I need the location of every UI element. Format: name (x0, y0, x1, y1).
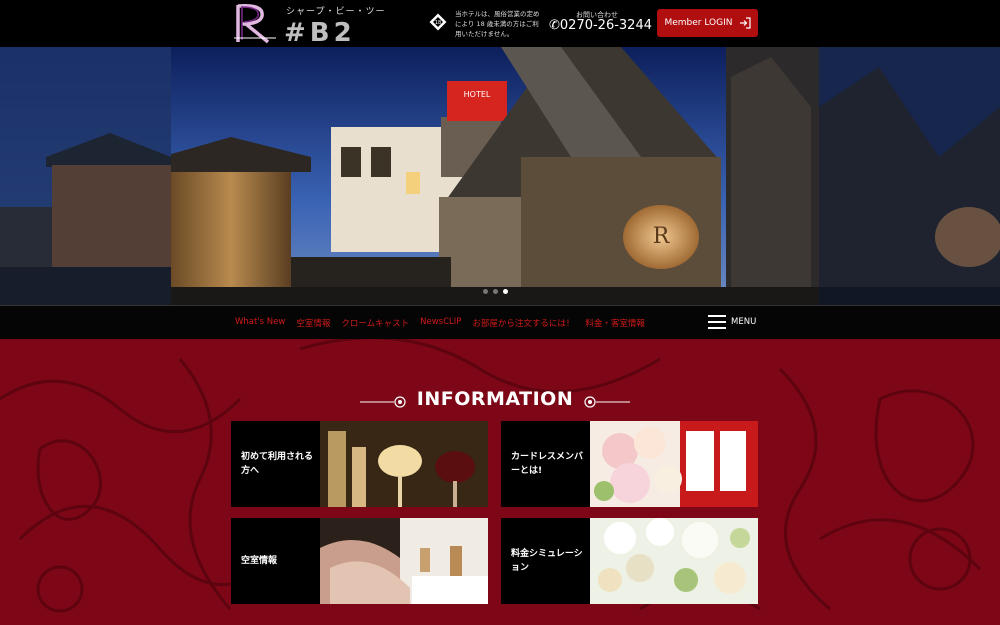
card-image-room (320, 518, 488, 604)
nav-link-room-order[interactable]: お部屋から注文するには！ (472, 317, 574, 329)
card-image-gift-flowers (590, 421, 758, 507)
logo-monogram-icon (234, 3, 276, 44)
menu-label: MENU (731, 317, 757, 327)
hamburger-icon (708, 315, 726, 329)
card-image-drinks (320, 421, 488, 507)
info-card-first-time[interactable]: 初めて利用される方へ (231, 421, 488, 507)
info-card-cardless-member[interactable]: カードレスメンバーとは! (501, 421, 758, 507)
logo-text: #B2 (284, 18, 356, 48)
card-label: カードレスメンバーとは! (511, 452, 584, 476)
hero-prev-slide (0, 47, 171, 305)
info-card-price-simulation[interactable]: 料金シミュレーション (501, 518, 758, 604)
login-icon (739, 17, 751, 29)
slider-dot-active[interactable] (503, 289, 508, 294)
member-login-button[interactable]: Member LOGIN (657, 9, 758, 37)
hotel-sign-text: HOTEL (464, 90, 491, 99)
site-logo[interactable]: シャープ・ビー・ツー #B2 (232, 2, 386, 48)
age-notice: 当ホテルは、風俗営業の定めにより 18 歳未満の方はご利用いただけません。 (455, 10, 540, 38)
info-card-vacancy[interactable]: 空室情報 (231, 518, 488, 604)
nav-link-vacancy[interactable]: 空室情報 (296, 317, 330, 329)
nav-link-chromecast[interactable]: クロームキャスト (341, 317, 409, 329)
card-label: 料金シミュレーション (511, 549, 583, 573)
damask-pattern (0, 339, 982, 613)
hero-next-slide (819, 47, 1000, 305)
slider-dots (483, 289, 508, 294)
svg-text:18: 18 (435, 20, 441, 26)
slider-dot[interactable] (493, 289, 498, 294)
card-image-bouquet (590, 518, 758, 604)
member-login-label: Member LOGIN (664, 18, 733, 28)
slider-dot[interactable] (483, 289, 488, 294)
section-header: INFORMATION (360, 388, 630, 414)
main-nav: What's New 空室情報 クロームキャスト NewsCLIP お部屋から注… (0, 305, 1000, 339)
hero-slider[interactable]: HOTEL R (0, 47, 1000, 305)
logo-kana: シャープ・ビー・ツー (286, 7, 386, 17)
site-header: シャープ・ビー・ツー #B2 18 当ホテルは、風俗営業の定めにより 18 歳未… (0, 0, 1000, 48)
age-restriction-icon: 18 (429, 13, 447, 31)
hero-image: HOTEL R (171, 47, 819, 305)
phone-number: 0270-26-3244 (559, 18, 652, 33)
contact-phone[interactable]: ✆0270-26-3244 (549, 18, 652, 33)
phone-icon: ✆ (549, 18, 560, 33)
menu-button[interactable]: MENU (708, 315, 756, 329)
nav-link-newsclip[interactable]: NewsCLIP (420, 317, 461, 329)
card-label: 初めて利用される方へ (241, 452, 314, 476)
nav-link-price-rooms[interactable]: 料金・客室情報 (585, 317, 645, 329)
nav-link-whats-new[interactable]: What's New (235, 317, 285, 329)
card-label: 空室情報 (241, 556, 278, 566)
svg-text:R: R (653, 224, 671, 249)
title-ornament-right-icon (584, 396, 630, 408)
information-section: INFORMATION 初めて利用される方へ カードレスメンバーとは! 空室情報… (0, 339, 1000, 625)
nav-links: What's New 空室情報 クロームキャスト NewsCLIP お部屋から注… (235, 317, 645, 329)
